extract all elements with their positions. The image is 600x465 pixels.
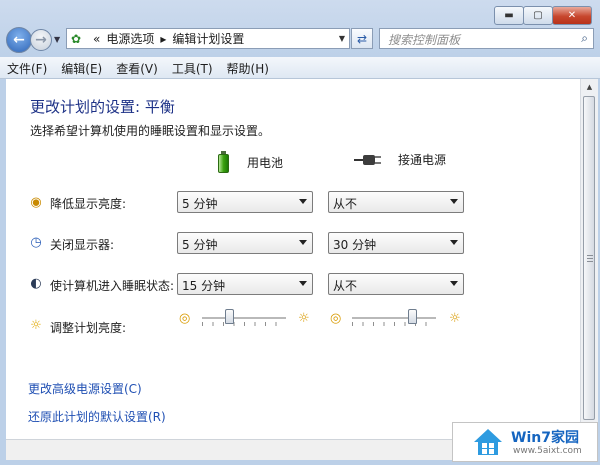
sleep-battery-value: 15 分钟 [182, 279, 226, 293]
search-input[interactable] [386, 31, 570, 48]
restore-defaults-link[interactable]: 还原此计划的默认设置(R) [28, 408, 166, 425]
scrollbar-thumb[interactable] [583, 96, 595, 420]
dim-plugged-select[interactable]: 从不 [328, 191, 464, 213]
control-panel-icon: ✿ [71, 31, 82, 46]
chevron-down-icon [450, 199, 458, 204]
maximize-icon[interactable]: ▢ [523, 6, 553, 25]
address-dropdown-icon[interactable]: ▼ [339, 34, 345, 43]
dim-plugged-value: 从不 [333, 197, 358, 211]
display-off-plugged-select[interactable]: 30 分钟 [328, 232, 464, 254]
breadcrumb-edit-plan[interactable]: 编辑计划设置 [172, 30, 244, 47]
sleep-plugged-value: 从不 [333, 279, 358, 293]
sleep-plugged-select[interactable]: 从不 [328, 273, 464, 295]
menu-tools[interactable]: 工具(T) [165, 57, 220, 78]
menu-help[interactable]: 帮助(H) [220, 57, 276, 78]
window-frame: ▬ ▢ ✕ ← → ▼ ✿ « 电源选项 ▸ 编辑计划设置 ▼ ⇄ ⌕ 文件(F… [0, 0, 600, 465]
brightness-low-icon: ◎ [330, 311, 342, 326]
house-logo-icon [474, 429, 502, 455]
slider-track [352, 317, 436, 320]
column-header-battery: 用电池 [218, 151, 283, 173]
history-dropdown-icon[interactable]: ▼ [54, 35, 60, 44]
brightness-low-icon: ◎ [179, 311, 191, 326]
sleep-battery-select[interactable]: 15 分钟 [177, 273, 313, 295]
search-icon[interactable]: ⌕ [581, 31, 588, 46]
slider-ticks [202, 322, 286, 326]
chevron-down-icon [450, 281, 458, 286]
setting-label-display-off: 关闭显示器: [50, 238, 115, 252]
slider-thumb[interactable] [225, 309, 234, 324]
advanced-settings-link[interactable]: 更改高级电源设置(C) [28, 380, 142, 397]
brightness-plugged-slider[interactable] [352, 308, 436, 328]
display-off-plugged-value: 30 分钟 [333, 238, 377, 252]
column-header-plugged-in: 接通电源 [352, 151, 446, 168]
power-plug-icon [354, 154, 381, 165]
setting-label-sleep: 使计算机进入睡眠状态: [50, 279, 175, 293]
setting-label-brightness: 调整计划亮度: [50, 321, 127, 335]
watermark-url: www.5aixt.com [513, 446, 582, 456]
watermark-logo: Win7家园 www.5aixt.com [452, 422, 598, 462]
brightness-battery-slider[interactable] [202, 308, 286, 328]
content-pane: 更改计划的设置: 平衡 选择希望计算机使用的睡眠设置和显示设置。 用电池 接通电… [6, 79, 580, 439]
dim-battery-value: 5 分钟 [182, 197, 218, 211]
chevron-down-icon [299, 281, 307, 286]
chevron-down-icon [450, 240, 458, 245]
menu-file[interactable]: 文件(F) [0, 57, 54, 78]
slider-ticks [352, 322, 436, 326]
address-bar[interactable]: ✿ « 电源选项 ▸ 编辑计划设置 ▼ [66, 28, 350, 49]
brightness-high-icon: ☼ [298, 311, 310, 326]
column-label-plugged-in: 接通电源 [398, 153, 447, 167]
display-off-battery-select[interactable]: 5 分钟 [177, 232, 313, 254]
sleep-moon-icon: ◐ [30, 276, 42, 291]
page-title: 更改计划的设置: 平衡 [30, 98, 175, 116]
column-label-battery: 用电池 [247, 155, 284, 170]
dim-battery-select[interactable]: 5 分钟 [177, 191, 313, 213]
slider-thumb[interactable] [408, 309, 417, 324]
refresh-icon[interactable]: ⇄ [351, 28, 373, 49]
address-chevrons[interactable]: « [93, 32, 100, 46]
breadcrumb-power-options[interactable]: 电源选项 [106, 30, 154, 47]
menu-view[interactable]: 查看(V) [109, 57, 165, 78]
search-box[interactable]: ⌕ [379, 28, 594, 49]
scroll-up-icon[interactable]: ▲ [581, 79, 598, 95]
sun-brightness-icon: ☼ [30, 318, 42, 333]
display-off-battery-value: 5 分钟 [182, 238, 218, 252]
brightness-high-icon: ☼ [449, 311, 461, 326]
minimize-icon[interactable]: ▬ [494, 6, 524, 25]
menu-bar: 文件(F) 编辑(E) 查看(V) 工具(T) 帮助(H) [0, 57, 600, 79]
slider-track [202, 317, 286, 320]
watermark-brand: Win7家园 [511, 430, 579, 446]
battery-icon [218, 151, 229, 173]
display-clock-icon: ◷ [30, 235, 42, 250]
dim-brightness-icon: ◉ [30, 195, 42, 210]
caption-buttons: ▬ ▢ ✕ [494, 6, 592, 25]
setting-label-dim: 降低显示亮度: [50, 197, 127, 211]
menu-edit[interactable]: 编辑(E) [54, 57, 109, 78]
forward-arrow-icon[interactable]: → [30, 29, 52, 51]
chevron-down-icon [299, 199, 307, 204]
navigation-bar: ← → ▼ ✿ « 电源选项 ▸ 编辑计划设置 ▼ ⇄ ⌕ [6, 27, 594, 53]
back-arrow-icon[interactable]: ← [6, 27, 32, 53]
chevron-down-icon [299, 240, 307, 245]
page-description: 选择希望计算机使用的睡眠设置和显示设置。 [30, 124, 271, 138]
close-icon[interactable]: ✕ [552, 6, 592, 25]
breadcrumb-separator[interactable]: ▸ [160, 32, 166, 46]
vertical-scrollbar[interactable]: ▲ ▼ [580, 79, 598, 439]
